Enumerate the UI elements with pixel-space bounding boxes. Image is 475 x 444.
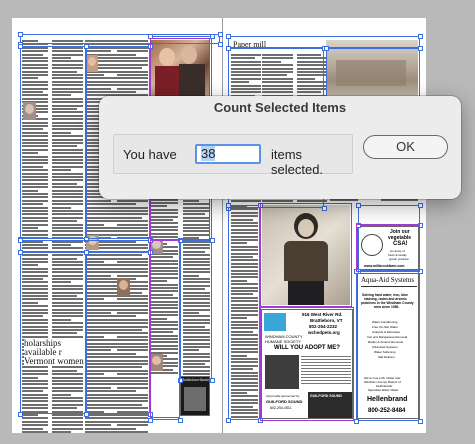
text-line bbox=[117, 424, 148, 427]
selected-frame-highlight[interactable] bbox=[260, 203, 352, 307]
text-line bbox=[52, 427, 83, 430]
frame-handle[interactable] bbox=[218, 42, 223, 47]
count-selected-items-dialog: Count Selected Items You have 38 items s… bbox=[99, 96, 461, 199]
frame-handle[interactable] bbox=[178, 418, 183, 423]
text-line bbox=[52, 417, 83, 420]
frame-handle[interactable] bbox=[18, 412, 23, 417]
selection-frame[interactable] bbox=[20, 46, 86, 239]
text-line bbox=[52, 414, 83, 416]
frame-handle[interactable] bbox=[226, 418, 231, 423]
selected-frame-highlight[interactable] bbox=[150, 240, 180, 418]
text-line bbox=[22, 420, 48, 423]
text-line bbox=[52, 431, 71, 433]
frame-handle[interactable] bbox=[226, 46, 231, 51]
you-have-label: You have bbox=[123, 147, 177, 162]
frame-handle[interactable] bbox=[148, 418, 153, 423]
text-line bbox=[85, 414, 117, 416]
frame-handle[interactable] bbox=[354, 419, 359, 424]
selection-frame[interactable] bbox=[180, 240, 212, 380]
text-line bbox=[52, 424, 83, 427]
selected-count-value: 38 bbox=[201, 146, 216, 161]
frame-handle[interactable] bbox=[418, 46, 423, 51]
selected-frame-highlight[interactable] bbox=[150, 38, 210, 100]
selected-frame-highlight[interactable] bbox=[356, 224, 420, 272]
text-line bbox=[85, 417, 117, 420]
text-line bbox=[22, 424, 48, 427]
frame-handle[interactable] bbox=[418, 203, 423, 208]
selection-frame[interactable] bbox=[358, 205, 420, 225]
frame-handle[interactable] bbox=[418, 419, 423, 424]
frame-handle[interactable] bbox=[210, 238, 215, 243]
dialog-message-group: You have 38 items selected. bbox=[113, 134, 353, 177]
frame-handle[interactable] bbox=[218, 32, 223, 37]
selection-frame[interactable] bbox=[228, 205, 260, 420]
text-line bbox=[22, 431, 48, 433]
frame-handle[interactable] bbox=[418, 34, 423, 39]
text-line bbox=[117, 427, 136, 430]
text-line bbox=[22, 427, 43, 430]
text-line bbox=[85, 424, 111, 427]
ok-button[interactable]: OK bbox=[363, 135, 448, 159]
text-line bbox=[85, 420, 117, 423]
brattleboro-books-ad[interactable]: Brattleboro Books bbox=[180, 376, 210, 416]
selection-frame[interactable] bbox=[20, 252, 86, 414]
text-line bbox=[22, 414, 38, 416]
selected-count-field[interactable]: 38 bbox=[195, 144, 261, 164]
selection-frame[interactable] bbox=[356, 271, 420, 421]
text-line bbox=[52, 420, 83, 423]
text-line bbox=[117, 431, 148, 433]
text-line bbox=[22, 417, 48, 420]
selected-frame-highlight[interactable] bbox=[260, 307, 354, 421]
frame-handle[interactable] bbox=[324, 46, 329, 51]
text-line bbox=[85, 431, 117, 433]
dialog-title: Count Selected Items bbox=[213, 100, 347, 115]
text-line bbox=[117, 414, 148, 416]
frame-handle[interactable] bbox=[84, 412, 89, 417]
frame-handle[interactable] bbox=[18, 238, 23, 243]
selection-frame[interactable] bbox=[326, 48, 420, 100]
spread-spine bbox=[222, 18, 223, 433]
frame-handle[interactable] bbox=[84, 44, 89, 49]
frame-handle[interactable] bbox=[84, 250, 89, 255]
layout-canvas: holarships available r Vermont women Bra… bbox=[0, 0, 475, 444]
frame-handle[interactable] bbox=[210, 378, 215, 383]
frame-handle[interactable] bbox=[18, 32, 23, 37]
frame-handle[interactable] bbox=[226, 34, 231, 39]
frame-handle[interactable] bbox=[226, 203, 231, 208]
items-selected-label: items selected. bbox=[271, 147, 324, 177]
frame-handle[interactable] bbox=[210, 34, 215, 39]
selection-frame[interactable] bbox=[86, 252, 150, 414]
frame-handle[interactable] bbox=[18, 44, 23, 49]
text-line bbox=[117, 417, 148, 420]
text-line bbox=[85, 427, 117, 430]
text-line bbox=[117, 420, 148, 423]
frame-handle[interactable] bbox=[356, 203, 361, 208]
frame-handle[interactable] bbox=[18, 250, 23, 255]
